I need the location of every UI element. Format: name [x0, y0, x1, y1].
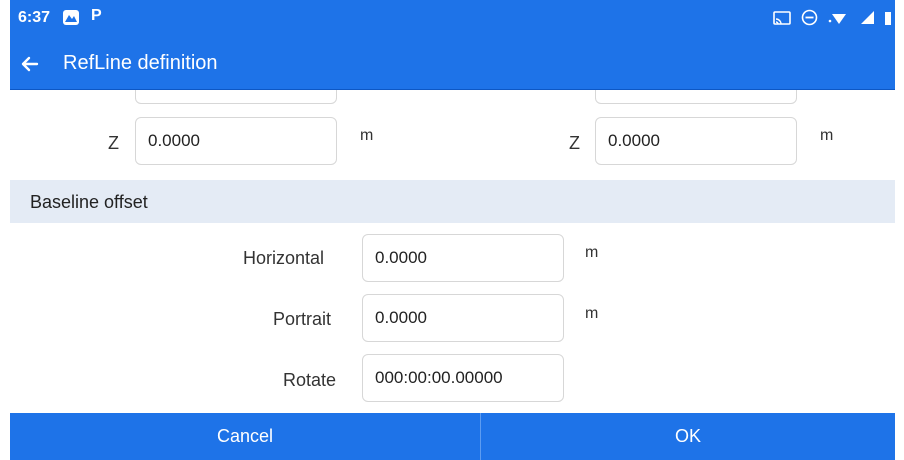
wifi-icon: [828, 10, 850, 31]
status-icons: [773, 9, 891, 31]
cast-icon: [773, 10, 791, 31]
horizontal-input[interactable]: 0.0000: [362, 234, 564, 282]
right-z-value: 0.0000: [608, 131, 660, 150]
left-z-label: Z: [108, 133, 119, 153]
battery-icon: [885, 10, 891, 30]
signal-icon: [860, 10, 875, 30]
portrait-label: Portrait: [273, 309, 332, 329]
page-title: RefLine definition: [63, 52, 218, 74]
portrait-unit: m: [585, 305, 599, 322]
ok-button[interactable]: OK: [481, 413, 895, 460]
right-z-label: Z: [569, 133, 580, 153]
left-z-value: 0.0000: [148, 131, 200, 150]
rotate-value: 000:00:00.00000: [375, 368, 503, 387]
back-arrow-icon[interactable]: [16, 50, 44, 78]
p-app-icon: P: [91, 7, 102, 24]
dnd-icon: [801, 9, 818, 31]
right-z-input[interactable]: 0.0000: [595, 117, 797, 165]
right-y-field-partial[interactable]: [595, 90, 797, 104]
horizontal-value: 0.0000: [375, 248, 427, 267]
right-z-unit: m: [820, 127, 834, 144]
app-bar: RefLine definition: [10, 36, 895, 90]
cancel-button[interactable]: Cancel: [10, 413, 480, 460]
screen-edge: [895, 0, 904, 460]
section-title: Baseline offset: [30, 192, 148, 212]
status-time: 6:37: [18, 9, 51, 26]
mountain-app-icon: [63, 10, 79, 25]
status-bar: 6:37 P: [10, 0, 895, 36]
form-content[interactable]: Z 0.0000 m Z 0.0000 m Baseline offset Ho…: [10, 90, 895, 413]
portrait-value: 0.0000: [375, 308, 427, 327]
left-z-input[interactable]: 0.0000: [135, 117, 337, 165]
app-window: 6:37 P RefLine definition Z 0.0000 m Z 0…: [10, 0, 895, 460]
portrait-input[interactable]: 0.0000: [362, 294, 564, 342]
baseline-offset-section: Baseline offset: [10, 180, 895, 223]
left-z-unit: m: [360, 127, 374, 144]
rotate-label: Rotate: [283, 370, 337, 390]
left-y-field-partial[interactable]: [135, 90, 337, 104]
horizontal-label: Horizontal: [243, 248, 325, 268]
horizontal-unit: m: [585, 244, 599, 261]
rotate-input[interactable]: 000:00:00.00000: [362, 354, 564, 402]
bottom-action-bar: Cancel OK: [10, 413, 895, 460]
